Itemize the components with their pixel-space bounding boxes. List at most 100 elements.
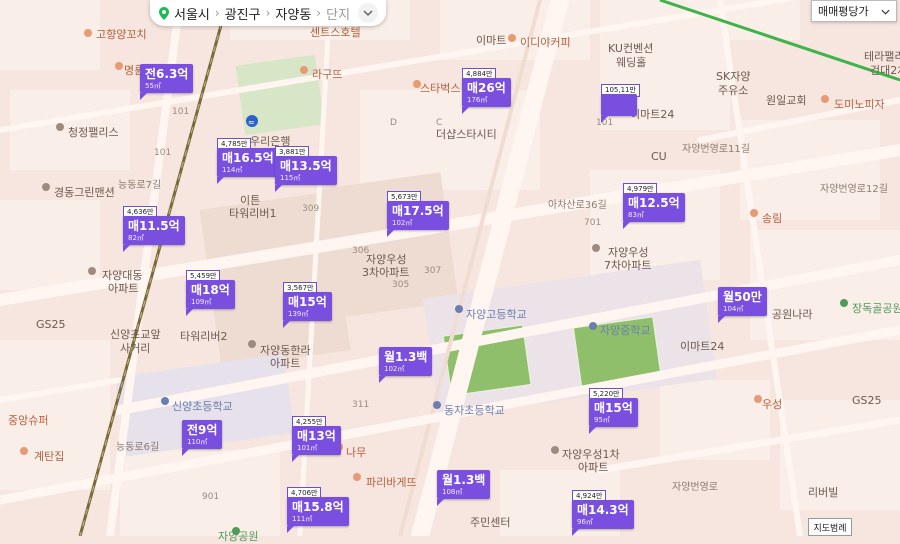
price-type-select[interactable]: 매매평당가: [811, 0, 897, 22]
chevron-right-icon: ›: [316, 6, 322, 20]
map-label: 리버빌: [808, 486, 839, 499]
breadcrumb-complex[interactable]: 단지: [326, 4, 350, 23]
listing-price: 매13억: [297, 429, 336, 443]
price-box[interactable]: 월1.3백 102㎡: [379, 347, 433, 376]
listing-area: 95㎡: [594, 416, 610, 424]
map-label: 웨딩홀: [616, 56, 647, 69]
breadcrumb-dong[interactable]: 자양동: [275, 4, 311, 23]
map-label: 경동그린맨션: [54, 186, 115, 199]
map-label: 이마트24: [680, 340, 725, 353]
price-box[interactable]: 매13억 101㎡: [292, 426, 341, 455]
map-label: 주민센터: [470, 516, 511, 529]
map-label: 자양고등학교: [466, 308, 527, 321]
listing-price: 매15.8억: [292, 500, 344, 514]
price-box[interactable]: 매15억 139㎡: [283, 292, 332, 321]
listing-area: 102㎡: [384, 365, 405, 373]
map-label: 자양중학교: [600, 324, 651, 337]
price-box[interactable]: 전6.3억 55㎡: [140, 64, 194, 93]
listing-price: 매18억: [191, 283, 230, 297]
map-label: 계탄집: [34, 450, 65, 463]
marker-pointer: [387, 230, 394, 237]
listing-price: 월50만: [723, 290, 762, 304]
map-label: 305: [392, 280, 410, 290]
map-label: 동자초등학교: [444, 404, 505, 417]
listing-area: 176㎡: [467, 96, 488, 104]
map-label: 송림: [762, 212, 783, 225]
price-box[interactable]: 매18억 109㎡: [186, 280, 235, 309]
listing-area: 110㎡: [187, 438, 208, 446]
chevron-down-icon: [881, 5, 890, 18]
listing-price: 매26억: [467, 81, 506, 95]
map-label: 능동로7길: [118, 180, 162, 191]
listing-price: 매16.5억: [222, 151, 274, 165]
map-label: 능동로6길: [116, 442, 160, 453]
breadcrumb-district[interactable]: 광진구: [225, 4, 261, 23]
marker-pointer: [186, 309, 193, 316]
price-box[interactable]: 매16.5억 114㎡: [217, 148, 279, 177]
marker-pointer: [292, 455, 299, 462]
marker-pointer: [437, 499, 444, 506]
map-label: 원일교회: [766, 94, 807, 107]
map-label: 307: [424, 266, 442, 276]
listing-price: 매11.5억: [128, 219, 180, 233]
marker-pointer: [589, 427, 596, 434]
map-label: 타워리버1: [229, 207, 277, 220]
price-box[interactable]: 월1.3백 108㎡: [437, 470, 491, 499]
svg-text:≈: ≈: [248, 118, 255, 127]
map-label: 더샵스타시티: [436, 128, 497, 141]
listing-area: 96㎡: [577, 518, 593, 526]
marker-pointer: [283, 321, 290, 328]
marker-pointer: [623, 222, 630, 229]
price-box[interactable]: 매14.3억 96㎡: [572, 500, 634, 529]
listing-area: 102㎡: [392, 219, 413, 227]
listing-price: 전9억: [187, 423, 218, 437]
map-legend-button[interactable]: 지도범례: [808, 518, 852, 536]
chevron-down-icon[interactable]: [358, 3, 379, 23]
breadcrumb-city[interactable]: 서울시: [174, 4, 210, 23]
listing-area: 114㎡: [222, 166, 243, 174]
chevron-right-icon: ›: [214, 6, 220, 20]
listing-price: 월1.3백: [442, 473, 486, 487]
map-label: 자양번영로: [672, 482, 718, 493]
price-box[interactable]: 매12.5억 83㎡: [623, 193, 685, 222]
map-label: 공원나라: [772, 308, 813, 321]
listing-area: 55㎡: [145, 82, 161, 90]
map-label: 아파트: [578, 461, 609, 474]
listing-area: 115㎡: [280, 174, 301, 182]
listing-price: 전6.3억: [145, 67, 189, 81]
marker-pointer: [462, 107, 469, 114]
map-label: 우성: [762, 398, 783, 411]
price-box[interactable]: 월50만 104㎡: [718, 287, 767, 316]
map-label: 건대2차: [870, 64, 900, 77]
listing-area: 83㎡: [628, 211, 644, 219]
listing-price: 매15억: [288, 295, 327, 309]
map-label: 타워리버2: [180, 330, 228, 343]
map-label: 주유소: [718, 84, 749, 97]
price-box[interactable]: 매13.5억 115㎡: [275, 156, 337, 185]
price-type-value: 매매평당가: [818, 5, 869, 18]
map-label: GS25: [36, 318, 66, 331]
map-label: 나무: [346, 446, 367, 459]
marker-pointer: [140, 93, 147, 100]
price-box[interactable]: [601, 94, 637, 116]
listing-area: 139㎡: [288, 310, 309, 318]
location-pin-icon: [159, 6, 169, 20]
chevron-right-icon: ›: [265, 6, 271, 20]
listing-area: 108㎡: [442, 488, 463, 496]
location-breadcrumb[interactable]: 서울시 › 광진구 › 자양동 › 단지: [150, 0, 386, 26]
map-label: 청정팰리스: [68, 126, 119, 139]
map-label: 자양공원: [218, 530, 259, 543]
price-box[interactable]: 매15억 95㎡: [589, 398, 638, 427]
marker-pointer: [217, 177, 224, 184]
listing-area: 104㎡: [723, 305, 744, 313]
map-label: 파리바게뜨: [366, 476, 417, 489]
map-label: 자양번영로12길: [820, 184, 888, 195]
map-label: 자양번영로11길: [682, 144, 750, 155]
price-box[interactable]: 매11.5억 82㎡: [123, 216, 185, 245]
listing-price: 매15억: [594, 401, 633, 415]
price-box[interactable]: 매17.5억 102㎡: [387, 201, 449, 230]
price-box[interactable]: 전9억 110㎡: [182, 420, 223, 449]
price-box[interactable]: 매26억 176㎡: [462, 78, 511, 107]
listing-price: 매17.5억: [392, 204, 444, 218]
price-box[interactable]: 매15.8억 111㎡: [287, 497, 349, 526]
